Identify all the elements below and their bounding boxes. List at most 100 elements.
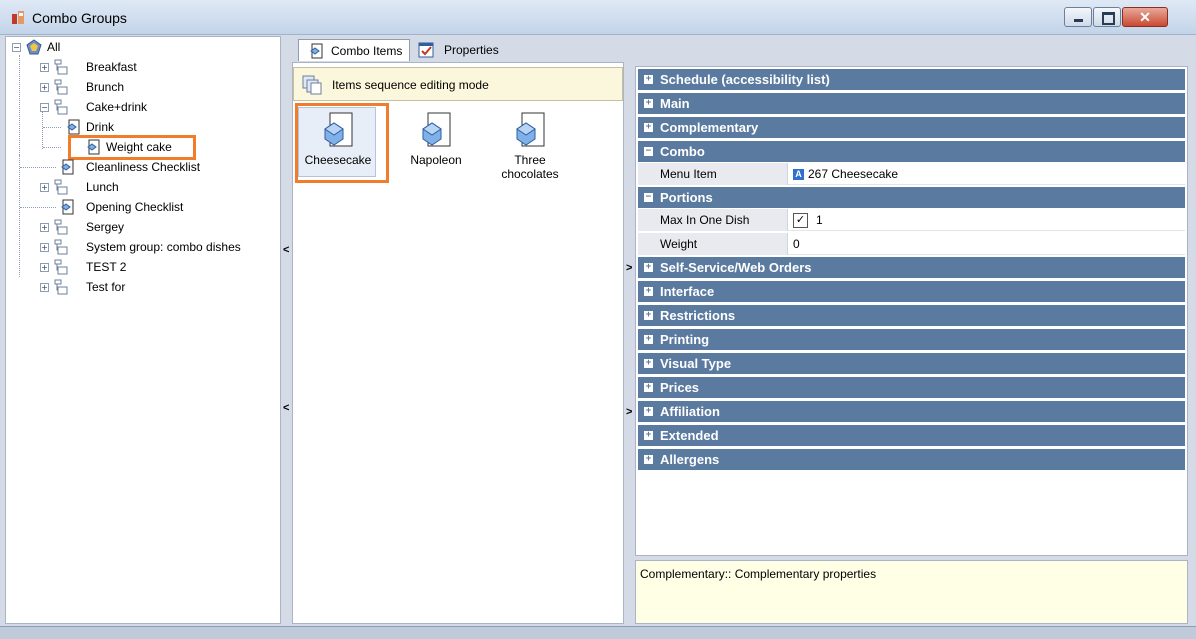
tree-item-label: Lunch xyxy=(86,180,119,194)
maximize-button[interactable] xyxy=(1093,7,1121,27)
category-label: Restrictions xyxy=(660,308,736,323)
combo-item-napoleon[interactable]: Napoleon xyxy=(391,107,481,179)
expand-icon[interactable]: + xyxy=(40,63,49,72)
expand-icon[interactable]: + xyxy=(644,99,653,108)
folder-icon xyxy=(54,179,68,195)
combo-item-cheesecake[interactable]: Cheesecake xyxy=(293,107,383,179)
tree-item-label: Cleanliness Checklist xyxy=(86,160,201,174)
collapse-right-icon[interactable]: > xyxy=(626,406,632,418)
tree-item-label: All xyxy=(47,40,61,54)
category-schedule[interactable]: + Schedule (accessibility list) xyxy=(638,69,1185,91)
expand-icon[interactable]: + xyxy=(644,311,653,320)
expand-icon[interactable]: + xyxy=(644,335,653,344)
category-combo[interactable]: − Combo xyxy=(638,141,1185,163)
category-main[interactable]: + Main xyxy=(638,93,1185,115)
tree-line xyxy=(20,207,56,208)
property-value[interactable]: ✓ 1 xyxy=(793,209,823,231)
combo-icon xyxy=(87,139,100,155)
globe-icon xyxy=(26,39,42,55)
folder-icon xyxy=(54,59,68,75)
expand-icon[interactable]: + xyxy=(40,83,49,92)
tab-properties[interactable]: Properties xyxy=(410,39,510,61)
category-label: Complementary xyxy=(660,120,759,135)
minimize-button[interactable] xyxy=(1064,7,1092,27)
collapse-left-icon[interactable]: < xyxy=(283,244,289,256)
expand-icon[interactable]: + xyxy=(644,407,653,416)
expand-icon[interactable]: + xyxy=(644,263,653,272)
folder-icon xyxy=(54,79,68,95)
collapse-icon[interactable]: − xyxy=(644,147,653,156)
tree-item-label: Breakfast xyxy=(86,60,137,74)
expand-icon[interactable]: + xyxy=(644,75,653,84)
expand-icon[interactable]: + xyxy=(644,287,653,296)
expand-icon[interactable]: + xyxy=(644,455,653,464)
category-self-service[interactable]: + Self-Service/Web Orders xyxy=(638,257,1185,279)
sequence-mode-label: Items sequence editing mode xyxy=(332,78,489,92)
collapse-left-icon[interactable]: < xyxy=(283,402,289,414)
expand-icon[interactable]: + xyxy=(644,123,653,132)
combo-icon xyxy=(67,119,80,135)
category-label: Prices xyxy=(660,380,700,395)
collapse-icon[interactable]: − xyxy=(12,43,21,52)
category-label: Visual Type xyxy=(660,356,732,371)
description-text: Complementary:: Complementary properties xyxy=(640,567,877,581)
combo-item-label: Napoleon xyxy=(410,153,462,167)
right-splitter[interactable]: > > xyxy=(624,62,634,624)
collapse-icon[interactable]: − xyxy=(40,103,49,112)
combo-icon xyxy=(310,43,323,59)
tree-line xyxy=(42,111,43,149)
expand-icon[interactable]: + xyxy=(644,359,653,368)
folder-icon xyxy=(54,259,68,275)
maximize-icon xyxy=(1102,12,1115,25)
category-label: Portions xyxy=(660,190,713,205)
collapse-icon[interactable]: − xyxy=(644,193,653,202)
folder-icon xyxy=(54,219,68,235)
tab-bar: Combo Items Properties xyxy=(292,36,1196,62)
property-value[interactable]: 0 xyxy=(793,233,800,255)
property-max-in-one-dish[interactable]: Max In One Dish ✓ 1 xyxy=(638,209,1185,231)
property-name: Max In One Dish xyxy=(638,209,788,231)
property-name: Menu Item xyxy=(638,163,788,185)
category-label: Schedule (accessibility list) xyxy=(660,72,830,87)
expand-icon[interactable]: + xyxy=(40,263,49,272)
tab-combo-items[interactable]: Combo Items xyxy=(298,39,410,61)
category-visual-type[interactable]: + Visual Type xyxy=(638,353,1185,375)
property-value[interactable]: A 267 Cheesecake xyxy=(793,163,898,185)
category-interface[interactable]: + Interface xyxy=(638,281,1185,303)
combo-item-three-chocolates[interactable]: Three chocolates xyxy=(485,107,575,181)
window-title: Combo Groups xyxy=(32,10,127,26)
property-weight[interactable]: Weight 0 xyxy=(638,233,1185,255)
combo-icon xyxy=(516,112,545,147)
category-label: Combo xyxy=(660,144,705,159)
category-complementary[interactable]: + Complementary xyxy=(638,117,1185,139)
left-splitter[interactable]: < < xyxy=(282,36,290,624)
sequence-mode-banner: Items sequence editing mode xyxy=(293,67,623,101)
category-restrictions[interactable]: + Restrictions xyxy=(638,305,1185,327)
menu-item-value: 267 Cheesecake xyxy=(808,167,899,181)
property-menu-item[interactable]: Menu Item A 267 Cheesecake xyxy=(638,163,1185,185)
sequence-icon xyxy=(302,75,322,95)
category-label: Allergens xyxy=(660,452,720,467)
properties-icon xyxy=(418,42,434,58)
category-printing[interactable]: + Printing xyxy=(638,329,1185,351)
expand-icon[interactable]: + xyxy=(644,383,653,392)
tree-item-label: Brunch xyxy=(86,80,125,94)
category-portions[interactable]: − Portions xyxy=(638,187,1185,209)
category-extended[interactable]: + Extended xyxy=(638,425,1185,447)
category-label: Affiliation xyxy=(660,404,720,419)
expand-icon[interactable]: + xyxy=(644,431,653,440)
group-tree: − All + Breakfast + Brunch − Cake+drink xyxy=(5,36,281,624)
expand-icon[interactable]: + xyxy=(40,183,49,192)
checkbox-icon[interactable]: ✓ xyxy=(793,213,808,229)
property-description: Complementary:: Complementary properties xyxy=(635,560,1188,624)
category-allergens[interactable]: + Allergens xyxy=(638,449,1185,471)
combo-icon xyxy=(61,199,74,215)
expand-icon[interactable]: + xyxy=(40,283,49,292)
close-button[interactable]: ✕ xyxy=(1122,7,1168,27)
category-prices[interactable]: + Prices xyxy=(638,377,1185,399)
expand-icon[interactable]: + xyxy=(40,223,49,232)
category-affiliation[interactable]: + Affiliation xyxy=(638,401,1185,423)
collapse-right-icon[interactable]: > xyxy=(626,262,632,274)
expand-icon[interactable]: + xyxy=(40,243,49,252)
category-label: Main xyxy=(660,96,690,111)
